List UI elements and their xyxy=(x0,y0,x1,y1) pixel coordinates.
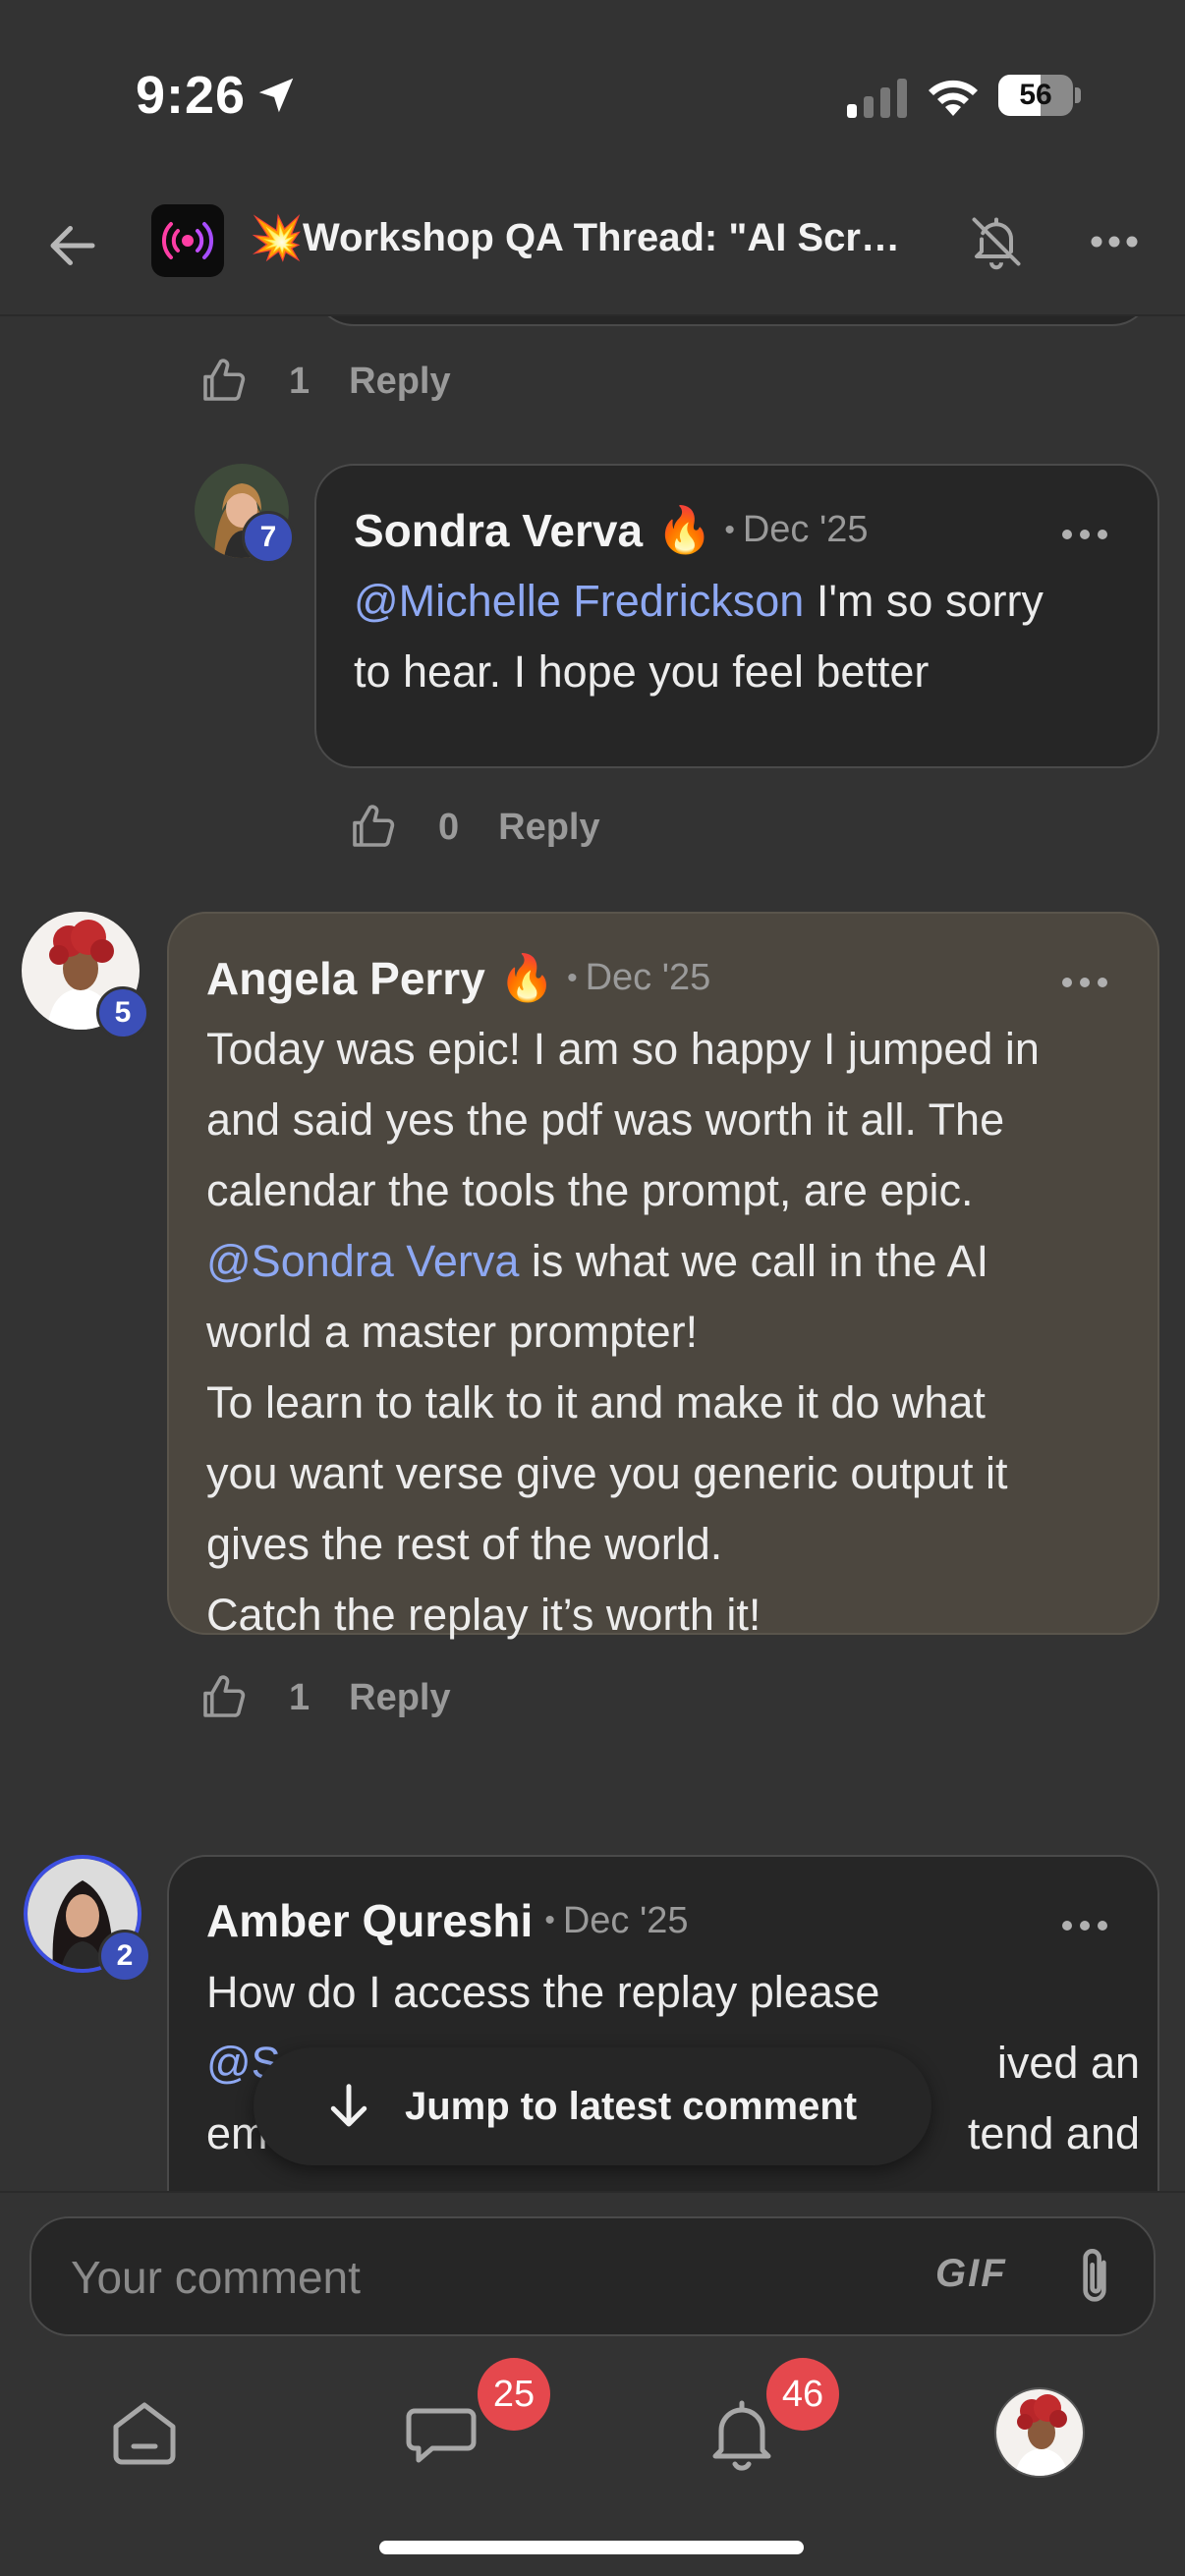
status-time: 9:26 xyxy=(136,66,247,125)
comment-text: How do I access the replay please xyxy=(206,1967,880,2017)
user-mention[interactable]: @Sondra Verva xyxy=(206,1236,519,1286)
status-bar: 9:26 56 xyxy=(0,0,1185,187)
home-indicator xyxy=(379,2541,804,2554)
more-horizontal-icon[interactable] xyxy=(1055,1906,1114,1945)
comment-text: you want verse give you generic output i… xyxy=(206,1448,1008,1498)
reply-link[interactable]: Reply xyxy=(349,1677,450,1719)
broadcast-icon xyxy=(161,222,214,259)
level-badge: 7 xyxy=(242,511,295,564)
battery-indicator: 56 xyxy=(998,75,1081,116)
profile-avatar[interactable] xyxy=(994,2387,1085,2478)
composer-area: GIF xyxy=(0,2191,1185,2358)
comment-text: Today was epic! I am so happy I jumped i… xyxy=(206,1024,1040,1074)
comment-text: gives the rest of the world. xyxy=(206,1519,723,1569)
comment-composer[interactable]: GIF xyxy=(29,2216,1156,2336)
comment-body: @Michelle Fredrickson I'm so sorry to he… xyxy=(354,566,1130,707)
comment-input[interactable] xyxy=(71,2246,896,2309)
comment-thread[interactable]: 1 Reply 7 Sondra Verva 🔥 • Dec '25 @Mich… xyxy=(0,316,1185,2191)
jump-label: Jump to latest comment xyxy=(405,2084,858,2128)
comment-bubble-highlighted: Angela Perry 🔥 • Dec '25 Today was epic!… xyxy=(167,912,1159,1640)
cellular-signal-icon xyxy=(847,79,907,118)
comment-avatar[interactable]: 2 xyxy=(24,1855,161,1983)
comment-date: Dec '25 xyxy=(585,957,711,998)
level-badge: 2 xyxy=(98,1930,151,1983)
comment-text: To learn to talk to it and make it do wh… xyxy=(206,1377,986,1428)
thread-header: 💥 Workshop QA Thread: "AI Scrol... xyxy=(0,187,1185,316)
location-arrow-icon xyxy=(258,78,294,113)
fire-emoji: 🔥 xyxy=(656,504,713,555)
chat-count-badge: 25 xyxy=(478,2358,550,2431)
meta-separator: • xyxy=(724,513,735,546)
notifications-count-badge: 46 xyxy=(766,2358,839,2431)
more-horizontal-icon[interactable] xyxy=(1083,212,1146,271)
like-count: 0 xyxy=(438,806,460,848)
comment-actions: 1 Reply xyxy=(197,1668,451,1727)
comment-actions: 0 Reply xyxy=(346,798,600,857)
user-mention[interactable]: @Michelle Fredrickson xyxy=(354,576,804,626)
comment-text: calendar the tools the prompt, are epic. xyxy=(206,1165,974,1215)
comment-date: Dec '25 xyxy=(742,509,869,550)
thumbs-up-icon[interactable] xyxy=(197,355,250,408)
reply-link[interactable]: Reply xyxy=(498,807,599,849)
comment-body: Today was epic! I am so happy I jumped i… xyxy=(206,1014,1140,1651)
home-icon[interactable] xyxy=(100,2389,189,2478)
comment-text: tend and xyxy=(967,2108,1140,2158)
previous-comment-bubble xyxy=(314,316,1152,326)
chat-bubble-icon[interactable] xyxy=(397,2389,485,2478)
comment-text: world a master prompter! xyxy=(206,1307,699,1357)
meta-separator: • xyxy=(544,1904,555,1936)
jump-to-latest-button[interactable]: Jump to latest comment xyxy=(254,2047,931,2165)
space-logo[interactable] xyxy=(151,204,224,277)
arrow-down-icon xyxy=(330,2084,367,2127)
thumbs-up-icon[interactable] xyxy=(197,1671,250,1724)
comment-bubble: Sondra Verva 🔥 • Dec '25 @Michelle Fredr… xyxy=(314,464,1159,768)
tab-bar: 25 46 xyxy=(0,2358,1185,2576)
comment-author[interactable]: Sondra Verva xyxy=(354,504,643,557)
comment-text: I'm so sorry xyxy=(816,576,1044,626)
comment-avatar[interactable]: 7 xyxy=(195,464,295,564)
level-badge: 5 xyxy=(96,986,149,1039)
more-horizontal-icon[interactable] xyxy=(1055,963,1114,1002)
burst-emoji: 💥 xyxy=(250,214,304,262)
comment-text: is what we call in the AI xyxy=(531,1236,989,1286)
reply-actions: 1 Reply xyxy=(197,352,451,411)
comment-text: ived an xyxy=(996,2038,1140,2088)
comment-author[interactable]: Angela Perry xyxy=(206,952,485,1005)
comment-author[interactable]: Amber Qureshi xyxy=(206,1894,533,1947)
battery-percent: 56 xyxy=(1019,79,1052,111)
reply-link[interactable]: Reply xyxy=(349,361,450,403)
paperclip-icon[interactable] xyxy=(1067,2244,1122,2309)
arrow-left-icon[interactable] xyxy=(43,216,102,275)
fire-emoji: 🔥 xyxy=(498,952,556,1003)
thread-title[interactable]: Workshop QA Thread: "AI Scrol... xyxy=(303,216,912,260)
wifi-icon xyxy=(929,80,978,116)
comment-date: Dec '25 xyxy=(562,1899,689,1941)
bell-slash-icon[interactable] xyxy=(967,210,1026,273)
comment-text: and said yes the pdf was worth it all. T… xyxy=(206,1094,1005,1145)
like-count: 1 xyxy=(289,1676,310,1718)
like-count: 1 xyxy=(289,360,310,402)
meta-separator: • xyxy=(567,961,578,994)
comment-text: to hear. I hope you feel better xyxy=(354,646,930,697)
comment-text: Catch the replay it’s worth it! xyxy=(206,1590,762,1640)
more-horizontal-icon[interactable] xyxy=(1055,515,1114,554)
thumbs-up-icon[interactable] xyxy=(346,801,399,854)
gif-button[interactable]: GIF xyxy=(935,2252,1007,2296)
comment-avatar[interactable]: 5 xyxy=(22,912,159,1039)
